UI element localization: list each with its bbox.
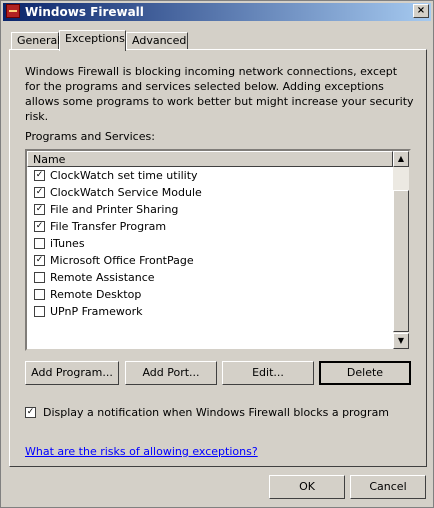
checkbox[interactable] — [34, 306, 45, 317]
list-item-label: File Transfer Program — [50, 220, 167, 233]
list-item-label: ClockWatch set time utility — [50, 169, 198, 182]
list-item-label: Remote Desktop — [50, 288, 142, 301]
vertical-scrollbar[interactable]: ▲ ▼ — [393, 151, 409, 349]
scroll-down-arrow-icon[interactable]: ▼ — [393, 333, 409, 349]
edit-button[interactable]: Edit... — [222, 361, 314, 385]
dialog-window: Windows Firewall × General Exceptions Ad… — [0, 0, 434, 508]
programs-label: Programs and Services: — [25, 130, 155, 143]
firewall-icon — [6, 4, 20, 18]
checkbox[interactable] — [34, 289, 45, 300]
checkbox[interactable] — [34, 272, 45, 283]
close-button[interactable]: × — [413, 4, 429, 18]
list-item[interactable]: ✓ Microsoft Office FrontPage — [27, 253, 393, 270]
checkbox[interactable]: ✓ — [34, 221, 45, 232]
checkbox[interactable]: ✓ — [34, 255, 45, 266]
list-item[interactable]: ✓ ClockWatch set time utility — [27, 168, 393, 185]
list-item[interactable]: iTunes — [27, 236, 393, 253]
list-item[interactable]: Remote Desktop — [27, 287, 393, 304]
list-item-label: File and Printer Sharing — [50, 203, 179, 216]
list-item[interactable]: ✓ ClockWatch Service Module — [27, 185, 393, 202]
checkbox[interactable] — [34, 238, 45, 249]
scroll-up-arrow-icon[interactable]: ▲ — [393, 151, 409, 167]
checkbox[interactable]: ✓ — [34, 204, 45, 215]
list-item-label: Remote Assistance — [50, 271, 155, 284]
list-rows: ✓ ClockWatch set time utility ✓ ClockWatch… — [27, 168, 393, 321]
title-bar[interactable]: Windows Firewall × — [3, 3, 431, 21]
scroll-thumb[interactable] — [393, 190, 409, 332]
checkbox[interactable]: ✓ — [34, 170, 45, 181]
checkbox[interactable]: ✓ — [34, 187, 45, 198]
list-item[interactable]: ✓ File Transfer Program — [27, 219, 393, 236]
tab-exceptions[interactable]: Exceptions — [59, 30, 126, 51]
list-item-label: iTunes — [50, 237, 85, 250]
list-item[interactable]: ✓ File and Printer Sharing — [27, 202, 393, 219]
add-port-button[interactable]: Add Port... — [125, 361, 217, 385]
list-item-label: Microsoft Office FrontPage — [50, 254, 194, 267]
tab-general[interactable]: General — [11, 32, 60, 50]
window-title: Windows Firewall — [25, 5, 144, 19]
add-program-button[interactable]: Add Program... — [25, 361, 119, 385]
notification-checkbox[interactable]: ✓ — [25, 407, 36, 418]
notification-label: Display a notification when Windows Fire… — [43, 406, 390, 419]
list-item[interactable]: Remote Assistance — [27, 270, 393, 287]
list-item-label: UPnP Framework — [50, 305, 143, 318]
tab-advanced[interactable]: Advanced — [126, 32, 188, 50]
list-item-label: ClockWatch Service Module — [50, 186, 202, 199]
column-header-name[interactable]: Name — [27, 151, 393, 167]
list-item[interactable]: UPnP Framework — [27, 304, 393, 321]
exceptions-panel: Windows Firewall is blocking incoming ne… — [9, 49, 427, 467]
programs-list[interactable]: Name ✓ ClockWatch set time utility ✓ Clock… — [25, 149, 411, 351]
delete-button[interactable]: Delete — [319, 361, 411, 385]
ok-button[interactable]: OK — [269, 475, 345, 499]
cancel-button[interactable]: Cancel — [350, 475, 426, 499]
risks-link[interactable]: What are the risks of allowing exception… — [25, 445, 258, 458]
description-text: Windows Firewall is blocking incoming ne… — [25, 65, 414, 123]
